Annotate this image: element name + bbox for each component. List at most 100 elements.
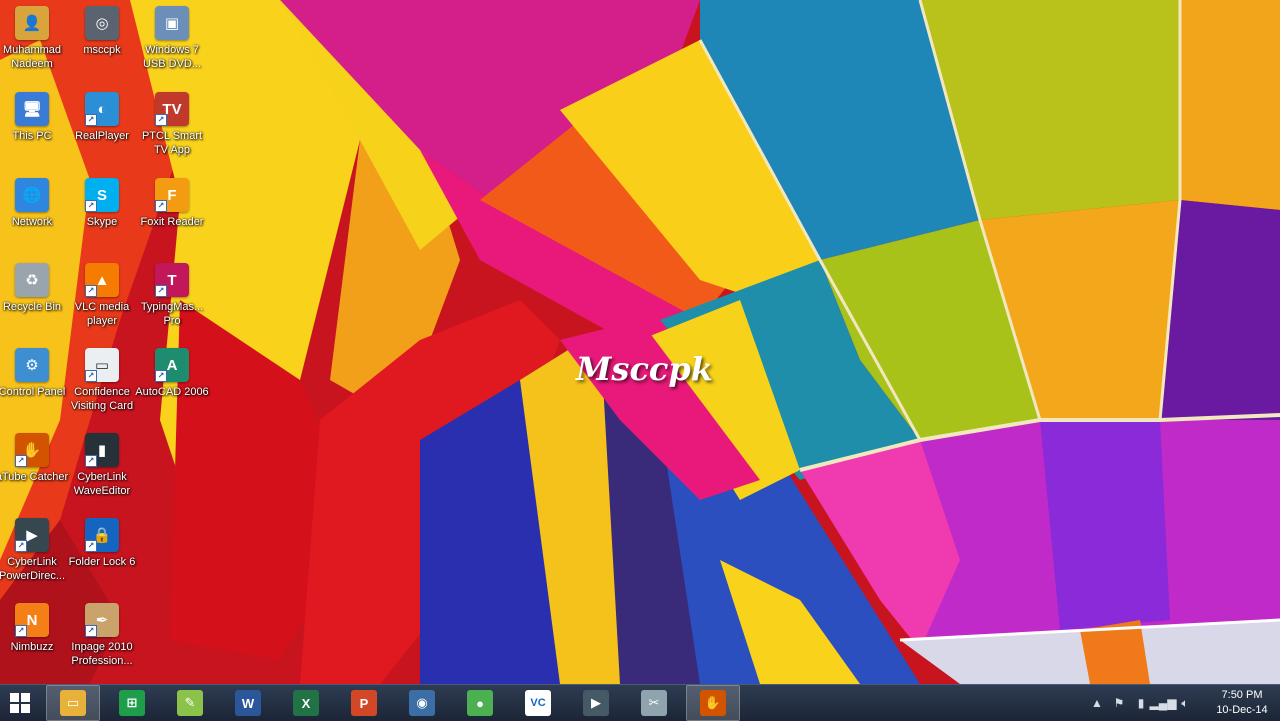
taskbar-button[interactable]: ● bbox=[454, 686, 506, 720]
desktop-icon[interactable]: TV ↗ PTCL Smart TV App bbox=[137, 92, 207, 157]
desktop-icon[interactable]: ▭ ↗ Confidence Visiting Card bbox=[67, 348, 137, 413]
desktop-icon[interactable]: ♻ Recycle Bin bbox=[0, 263, 67, 314]
media-player-icon: ◉ bbox=[409, 690, 435, 716]
taskbar-button[interactable]: ⊞ bbox=[106, 686, 158, 720]
desktop-icon-label: Confidence Visiting Card bbox=[70, 386, 134, 412]
realplayer-icon: ◐ ↗ bbox=[85, 92, 119, 126]
desktop-icon-label: VLC media player bbox=[74, 301, 130, 327]
taskbar-button[interactable]: ◉ bbox=[396, 686, 448, 720]
shortcut-arrow-icon: ↗ bbox=[15, 540, 27, 552]
shortcut-arrow-icon: ↗ bbox=[85, 455, 97, 467]
desktop-icon-label: Windows 7 USB DVD... bbox=[142, 44, 202, 70]
shortcut-arrow-icon: ↗ bbox=[15, 455, 27, 467]
taskbar-button[interactable]: VC bbox=[512, 686, 564, 720]
start-button[interactable] bbox=[0, 685, 40, 721]
excel-icon: X bbox=[293, 690, 319, 716]
desktop-icon-label: Foxit Reader bbox=[140, 216, 204, 228]
taskbar-pinned-apps: ▭ ⊞ ✎ W X P ◉ ● VC ▶ ✂ ✋ bbox=[40, 685, 740, 721]
desktop-icon[interactable]: T ↗ TypingMas... Pro bbox=[137, 263, 207, 328]
desktop-icon[interactable]: F ↗ Foxit Reader bbox=[137, 178, 207, 229]
shortcut-arrow-icon: ↗ bbox=[85, 370, 97, 382]
clock-time: 7:50 PM bbox=[1221, 689, 1263, 701]
atube-taskbar-icon: ✋ bbox=[700, 690, 726, 716]
volume-icon[interactable]: 🔈︎ bbox=[1174, 685, 1196, 721]
shortcut-arrow-icon: ↗ bbox=[85, 114, 97, 126]
snipping-tool-icon: ✂ bbox=[641, 690, 667, 716]
desktop-icon-label: CyberLink PowerDirec... bbox=[0, 556, 66, 582]
store-icon: ⊞ bbox=[119, 690, 145, 716]
desktop-icon[interactable]: 🔒 ↗ Folder Lock 6 bbox=[67, 518, 137, 569]
desktop-icon[interactable]: 🖥 This PC bbox=[0, 92, 67, 143]
webcam-icon: ◎ bbox=[85, 6, 119, 40]
desktop-icon-label: msccpk bbox=[83, 44, 121, 56]
taskbar-button[interactable]: ✋ bbox=[686, 685, 740, 721]
desktop-icon-label: Inpage 2010 Profession... bbox=[71, 641, 133, 667]
cyberlink-waveeditor-icon: ▮ ↗ bbox=[85, 433, 119, 467]
inpage-icon: ✒ ↗ bbox=[85, 603, 119, 637]
control-panel-icon: ⚙ bbox=[15, 348, 49, 382]
autocad-icon: A ↗ bbox=[155, 348, 189, 382]
chrome-icon: ● bbox=[467, 690, 493, 716]
clock-date: 10-Dec-14 bbox=[1216, 704, 1268, 716]
vc-app-icon: VC bbox=[525, 690, 551, 716]
taskbar: ▭ ⊞ ✎ W X P ◉ ● VC ▶ ✂ ✋ ▲ ⚑ ▮ ▂▄▆ 🔈︎ 7:50 PM 10-De… bbox=[0, 684, 1280, 721]
atube-catcher-icon: ✋ ↗ bbox=[15, 433, 49, 467]
desktop-icon-label: TypingMas... Pro bbox=[140, 301, 204, 327]
taskbar-button[interactable]: P bbox=[338, 686, 390, 720]
green-app-icon: ✎ bbox=[177, 690, 203, 716]
desktop-icon[interactable]: ⚙ Control Panel bbox=[0, 348, 67, 399]
taskbar-button[interactable]: ✂ bbox=[628, 686, 680, 720]
ptcl-tv-icon: TV ↗ bbox=[155, 92, 189, 126]
show-hidden-icons-icon[interactable]: ▲ bbox=[1086, 685, 1108, 721]
desktop-icon[interactable]: N ↗ Nimbuzz bbox=[0, 603, 67, 654]
desktop-icon-label: Muhammad Nadeem bbox=[2, 44, 62, 70]
windows-start-icon bbox=[10, 693, 30, 713]
desktop-icon[interactable]: 🌐 Network bbox=[0, 178, 67, 229]
taskbar-button[interactable]: ✎ bbox=[164, 686, 216, 720]
recycle-bin-icon: ♻ bbox=[15, 263, 49, 297]
desktop-icon-label: Recycle Bin bbox=[2, 301, 62, 313]
desktop-icon[interactable]: A ↗ AutoCAD 2006 bbox=[135, 348, 209, 399]
foxit-reader-icon: F ↗ bbox=[155, 178, 189, 212]
shortcut-arrow-icon: ↗ bbox=[85, 200, 97, 212]
desktop-icon-label: Control Panel bbox=[0, 386, 66, 398]
taskbar-button[interactable]: ▶ bbox=[570, 686, 622, 720]
desktop-icon[interactable]: ▮ ↗ CyberLink WaveEditor bbox=[67, 433, 137, 498]
desktop-icon[interactable]: ✋ ↗ aTube Catcher bbox=[0, 433, 69, 484]
shortcut-arrow-icon: ↗ bbox=[155, 200, 167, 212]
desktop-icon[interactable]: ✒ ↗ Inpage 2010 Profession... bbox=[67, 603, 137, 668]
taskbar-button[interactable]: ▭ bbox=[46, 685, 100, 721]
word-icon: W bbox=[235, 690, 261, 716]
desktop-icon-label: RealPlayer bbox=[75, 130, 129, 142]
watermark-text: Msccpk bbox=[576, 350, 713, 388]
nimbuzz-icon: N ↗ bbox=[15, 603, 49, 637]
shortcut-arrow-icon: ↗ bbox=[155, 285, 167, 297]
clock[interactable]: 7:50 PM 10-Dec-14 bbox=[1204, 688, 1280, 718]
shortcut-arrow-icon: ↗ bbox=[85, 625, 97, 637]
network-globe-icon: 🌐 bbox=[15, 178, 49, 212]
desktop-icon-label: This PC bbox=[12, 130, 52, 142]
desktop-icon-label: Nimbuzz bbox=[10, 641, 54, 653]
desktop-icon[interactable]: ▲ ↗ VLC media player bbox=[67, 263, 137, 328]
user-folder-icon: 👤 bbox=[15, 6, 49, 40]
desktop-icon[interactable]: S ↗ Skype bbox=[67, 178, 137, 229]
shortcut-arrow-icon: ↗ bbox=[85, 285, 97, 297]
powerpoint-icon: P bbox=[351, 690, 377, 716]
desktop-icon[interactable]: ▣ Windows 7 USB DVD... bbox=[137, 6, 207, 71]
desktop-icon-label: Skype bbox=[86, 216, 118, 228]
taskbar-button[interactable]: X bbox=[280, 686, 332, 720]
action-center-flag-icon[interactable]: ⚑ bbox=[1108, 685, 1130, 721]
taskbar-button[interactable]: W bbox=[222, 686, 274, 720]
computer-icon: 🖥 bbox=[15, 92, 49, 126]
desktop-icon[interactable]: ◐ ↗ RealPlayer bbox=[67, 92, 137, 143]
system-tray: ▲ ⚑ ▮ ▂▄▆ 🔈︎ 7:50 PM 10-Dec-14 bbox=[1086, 685, 1280, 721]
desktop-icon[interactable]: 👤 Muhammad Nadeem bbox=[0, 6, 67, 71]
desktop-icon[interactable]: ◎ msccpk bbox=[67, 6, 137, 57]
typingmaster-icon: T ↗ bbox=[155, 263, 189, 297]
desktop-icon-label: aTube Catcher bbox=[0, 471, 69, 483]
cyberlink-powerdirector-icon: ▶ ↗ bbox=[15, 518, 49, 552]
desktop-icon[interactable]: ▶ ↗ CyberLink PowerDirec... bbox=[0, 518, 67, 583]
skype-icon: S ↗ bbox=[85, 178, 119, 212]
network-signal-icon[interactable]: ▂▄▆ bbox=[1150, 685, 1177, 721]
shortcut-arrow-icon: ↗ bbox=[15, 625, 27, 637]
